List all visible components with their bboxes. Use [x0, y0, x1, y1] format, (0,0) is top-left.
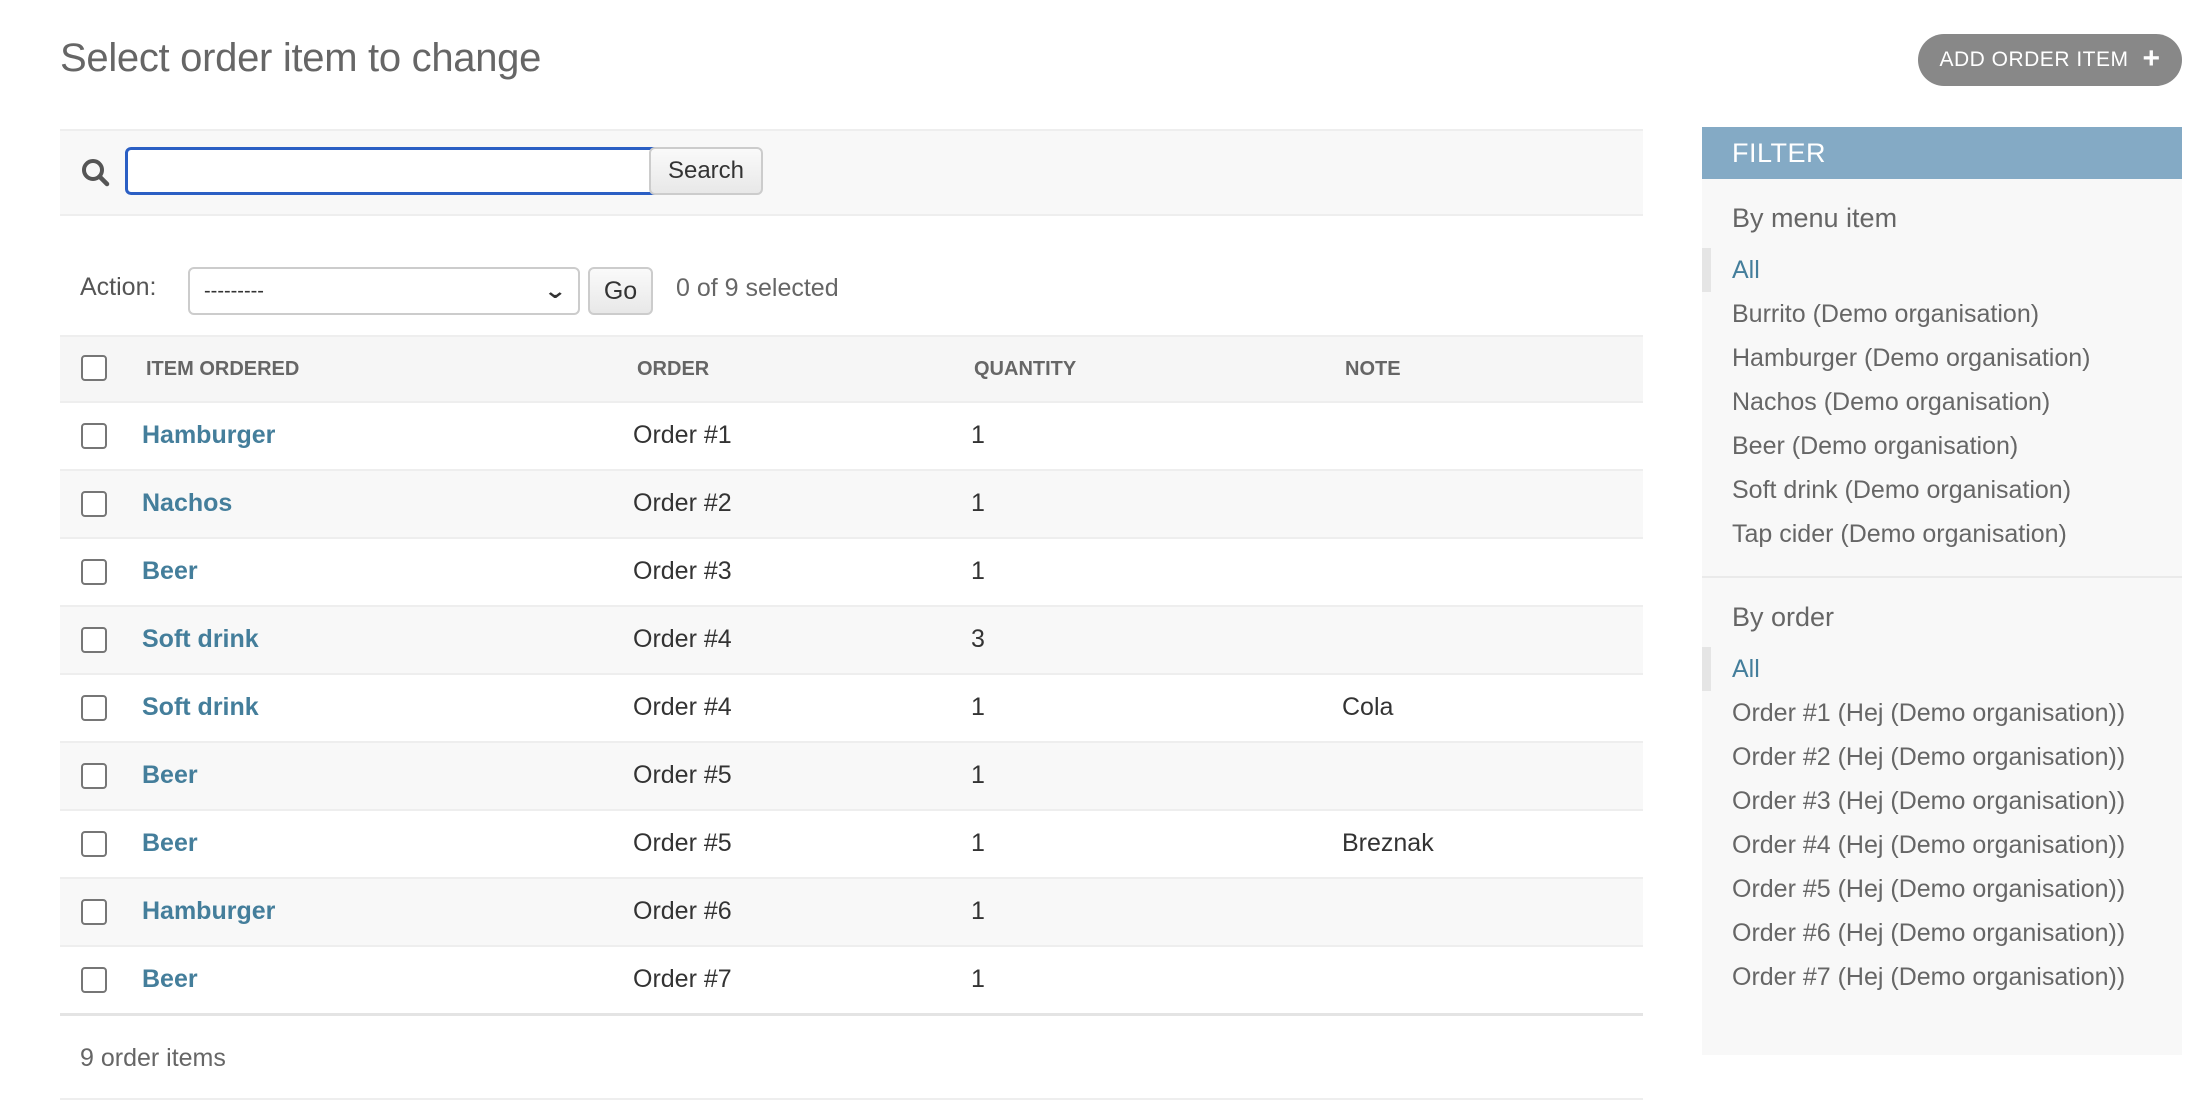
row-checkbox[interactable]	[81, 763, 107, 789]
filter-option[interactable]: Order #5 (Hej (Demo organisation))	[1702, 867, 2182, 911]
order-cell: Order #1	[633, 421, 732, 449]
item-ordered-link[interactable]: Beer	[142, 965, 198, 994]
filter-groups: By menu item All Burrito (Demo organisatio…	[1702, 203, 2182, 999]
order-cell: Order #5	[633, 761, 732, 789]
add-order-item-button[interactable]: ADD ORDER ITEM +	[1918, 34, 2182, 86]
filter-option[interactable]: Burrito (Demo organisation)	[1702, 292, 2182, 336]
table-row: Soft drink Order #4 3	[60, 607, 1643, 675]
item-ordered-link[interactable]: Nachos	[142, 489, 232, 518]
filter-option[interactable]: All	[1702, 647, 2182, 691]
filter-option[interactable]: Nachos (Demo organisation)	[1702, 380, 2182, 424]
row-checkbox[interactable]	[81, 491, 107, 517]
column-header-order[interactable]: Order	[637, 358, 709, 381]
filter-option[interactable]: All	[1702, 248, 2182, 292]
filter-option[interactable]: Hamburger (Demo organisation)	[1702, 336, 2182, 380]
page-title: Select order item to change	[60, 36, 542, 80]
note-cell: Breznak	[1342, 829, 1434, 857]
selected-count: 0 of 9 selected	[676, 274, 839, 302]
table-row: Nachos Order #2 1	[60, 471, 1643, 539]
item-ordered-link[interactable]: Beer	[142, 829, 198, 858]
item-ordered-link[interactable]: Beer	[142, 761, 198, 790]
row-checkbox[interactable]	[81, 831, 107, 857]
table-header: Item ordered Order Quantity Note	[60, 335, 1643, 403]
column-header-note[interactable]: Note	[1345, 358, 1401, 381]
row-checkbox[interactable]	[81, 899, 107, 925]
table-row: Hamburger Order #6 1	[60, 879, 1643, 947]
row-checkbox[interactable]	[81, 967, 107, 993]
filter-title: FILTER	[1702, 127, 2182, 179]
results-table: Item ordered Order Quantity Note Hamburg…	[60, 335, 1643, 1016]
filter-list: All Order #1 (Hej (Demo organisation)) Ord…	[1702, 647, 2182, 999]
quantity-cell: 1	[971, 557, 985, 585]
filter-option[interactable]: Order #3 (Hej (Demo organisation))	[1702, 779, 2182, 823]
table-body: Hamburger Order #1 1 Nachos Order #2 1 Beer Ord…	[60, 403, 1643, 1016]
filter-group-title: By order	[1732, 602, 1835, 632]
row-checkbox[interactable]	[81, 627, 107, 653]
paginator: 9 order items	[60, 1014, 1643, 1100]
order-cell: Order #4	[633, 625, 732, 653]
filter-group-title: By menu item	[1732, 203, 1898, 233]
search-button[interactable]: Search	[649, 147, 763, 195]
filter-option[interactable]: Order #1 (Hej (Demo organisation))	[1702, 691, 2182, 735]
table-row: Hamburger Order #1 1	[60, 403, 1643, 471]
filter-list: All Burrito (Demo organisation) Hamburger …	[1702, 248, 2182, 556]
result-count: 9 order items	[80, 1044, 226, 1072]
chevron-down-icon: ⌄	[542, 278, 567, 303]
table-row: Beer Order #3 1	[60, 539, 1643, 607]
search-icon	[82, 159, 110, 187]
quantity-cell: 1	[971, 693, 985, 721]
table-row: Beer Order #5 1	[60, 743, 1643, 811]
filter-option[interactable]: Tap cider (Demo organisation)	[1702, 512, 2182, 556]
quantity-cell: 1	[971, 421, 985, 449]
quantity-cell: 1	[971, 829, 985, 857]
filter-option[interactable]: Order #7 (Hej (Demo organisation))	[1702, 955, 2182, 999]
quantity-cell: 1	[971, 897, 985, 925]
action-select[interactable]: --------- ⌄	[188, 267, 580, 315]
action-select-value: ---------	[204, 279, 264, 302]
item-ordered-link[interactable]: Hamburger	[142, 421, 275, 450]
quantity-cell: 1	[971, 761, 985, 789]
table-row: Beer Order #7 1	[60, 947, 1643, 1016]
order-cell: Order #5	[633, 829, 732, 857]
add-order-item-label: ADD ORDER ITEM	[1939, 48, 2129, 71]
search-input[interactable]	[125, 147, 662, 195]
table-row: Beer Order #5 1 Breznak	[60, 811, 1643, 879]
filter-option[interactable]: Order #4 (Hej (Demo organisation))	[1702, 823, 2182, 867]
row-checkbox[interactable]	[81, 423, 107, 449]
item-ordered-link[interactable]: Soft drink	[142, 625, 259, 654]
order-cell: Order #3	[633, 557, 732, 585]
quantity-cell: 3	[971, 625, 985, 653]
order-cell: Order #4	[633, 693, 732, 721]
plus-icon: +	[2142, 42, 2161, 75]
quantity-cell: 1	[971, 489, 985, 517]
row-checkbox[interactable]	[81, 695, 107, 721]
item-ordered-link[interactable]: Beer	[142, 557, 198, 586]
order-cell: Order #6	[633, 897, 732, 925]
filter-option[interactable]: Soft drink (Demo organisation)	[1702, 468, 2182, 512]
item-ordered-link[interactable]: Hamburger	[142, 897, 275, 926]
note-cell: Cola	[1342, 693, 1394, 721]
item-ordered-link[interactable]: Soft drink	[142, 693, 259, 722]
filter-option[interactable]: Beer (Demo organisation)	[1702, 424, 2182, 468]
order-cell: Order #2	[633, 489, 732, 517]
filter-panel: FILTER By menu item All Burrito (Demo orga…	[1702, 127, 2182, 1055]
column-header-item-ordered[interactable]: Item ordered	[146, 358, 299, 381]
select-all-checkbox[interactable]	[81, 355, 107, 381]
go-button[interactable]: Go	[588, 267, 653, 315]
column-header-quantity[interactable]: Quantity	[974, 358, 1076, 381]
action-label: Action:	[80, 273, 157, 301]
filter-option[interactable]: Order #6 (Hej (Demo organisation))	[1702, 911, 2182, 955]
row-checkbox[interactable]	[81, 559, 107, 585]
order-cell: Order #7	[633, 965, 732, 993]
quantity-cell: 1	[971, 965, 985, 993]
filter-divider	[1702, 576, 2182, 578]
table-row: Soft drink Order #4 1 Cola	[60, 675, 1643, 743]
filter-option[interactable]: Order #2 (Hej (Demo organisation))	[1702, 735, 2182, 779]
